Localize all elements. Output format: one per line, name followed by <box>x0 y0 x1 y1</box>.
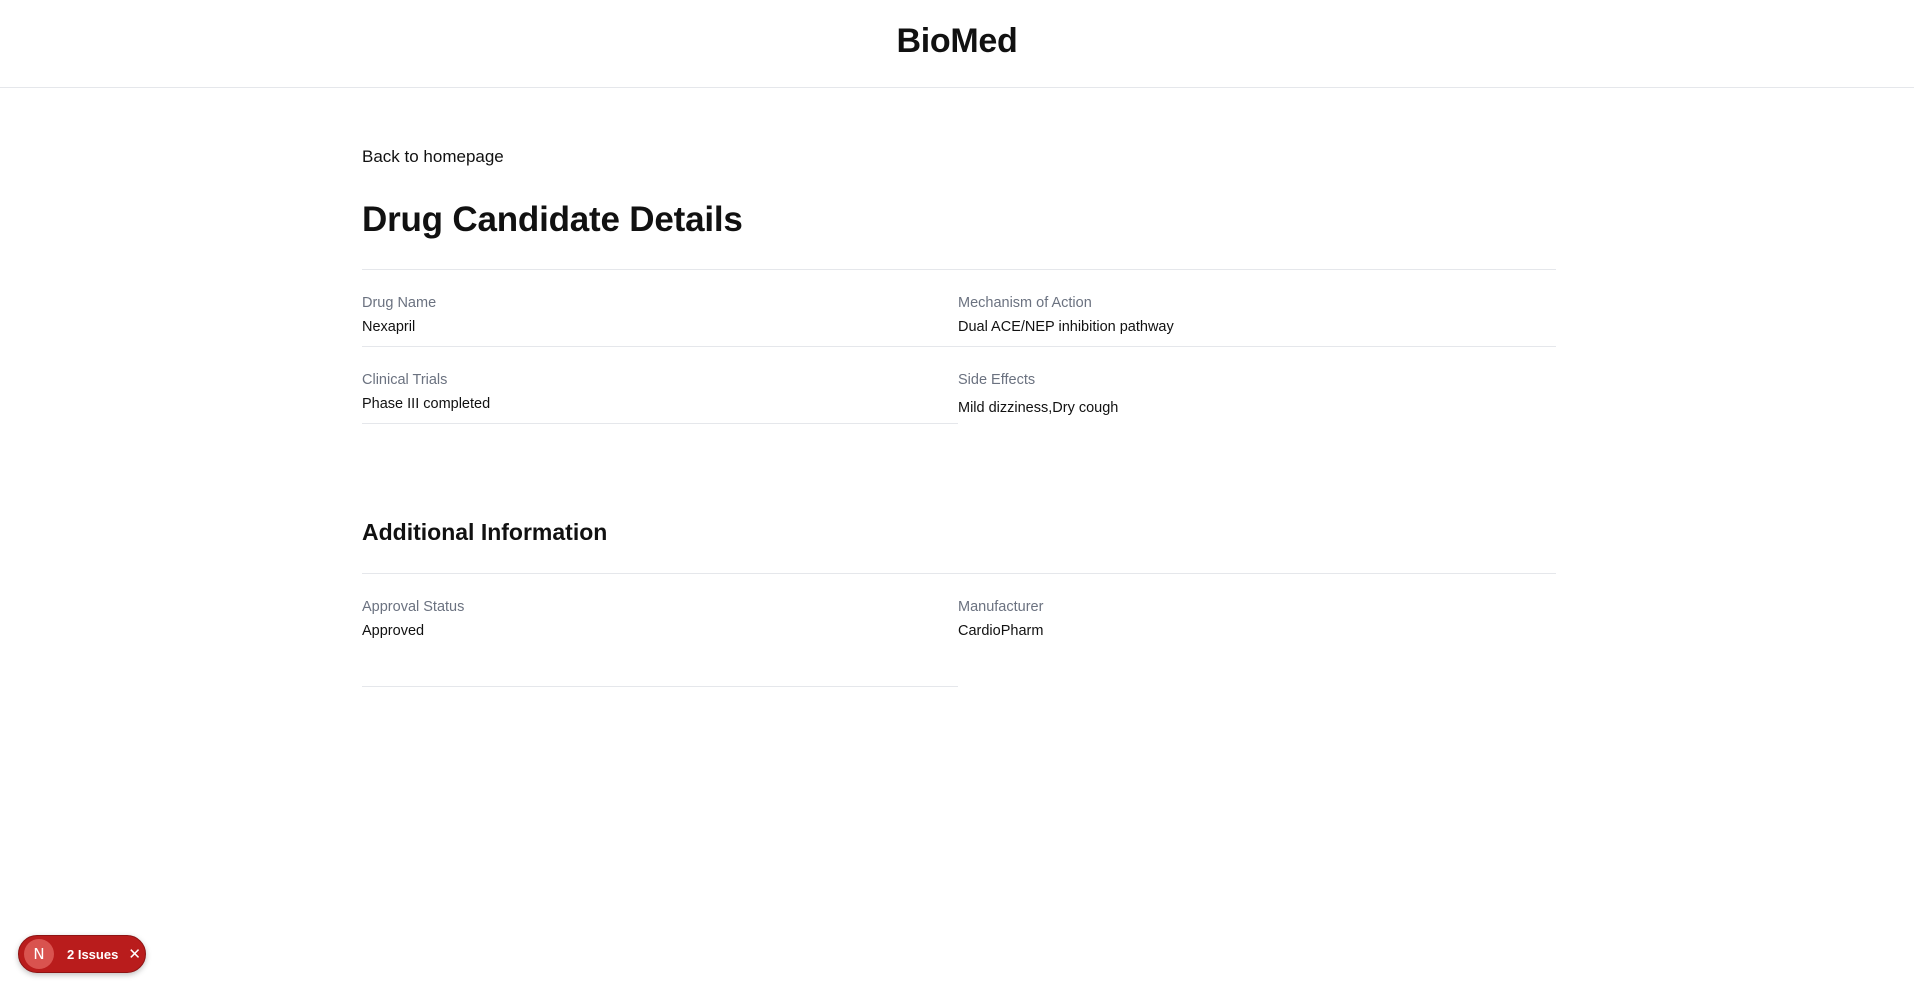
field-value: Phase III completed <box>362 396 491 412</box>
additional-information-heading: Additional Information <box>362 519 608 545</box>
field-value: CardioPharm <box>958 623 1044 639</box>
field-label: Approval Status <box>362 599 465 615</box>
field-approval-status: Approval Status Approved <box>362 574 958 687</box>
field-value: Dual ACE/NEP inhibition pathway <box>958 319 1174 335</box>
field-drug-name: Drug Name Nexapril <box>362 270 958 347</box>
nextjs-logo-icon[interactable]: N <box>24 939 54 969</box>
page-title: Drug Candidate Details <box>362 200 743 239</box>
additional-grid: Approval Status Approved Manufacturer Ca… <box>362 574 1556 687</box>
issues-count-label[interactable]: 2 Issues <box>67 947 118 962</box>
field-label: Clinical Trials <box>362 372 448 388</box>
field-manufacturer: Manufacturer CardioPharm <box>958 574 1556 687</box>
field-value: Mild dizziness,Dry cough <box>958 400 1119 416</box>
field-label: Drug Name <box>362 295 437 311</box>
field-label: Mechanism of Action <box>958 295 1092 311</box>
field-side-effects: Side Effects Mild dizziness,Dry cough <box>958 347 1556 424</box>
back-to-homepage-link[interactable]: Back to homepage <box>362 147 504 167</box>
field-value: Nexapril <box>362 319 416 335</box>
field-label: Manufacturer <box>958 599 1044 615</box>
site-header: BioMed <box>0 0 1914 88</box>
details-grid: Drug Name Nexapril Mechanism of Action D… <box>362 270 1556 424</box>
field-value: Approved <box>362 623 425 639</box>
close-icon[interactable]: ✕ <box>128 947 141 962</box>
field-clinical-trials: Clinical Trials Phase III completed <box>362 347 958 424</box>
site-title: BioMed <box>896 22 1018 60</box>
dev-issues-badge[interactable]: N 2 Issues ✕ <box>18 935 146 973</box>
main-content: Back to homepage Drug Candidate Details … <box>362 88 1556 687</box>
field-label: Side Effects <box>958 372 1036 388</box>
field-mechanism-of-action: Mechanism of Action Dual ACE/NEP inhibit… <box>958 270 1556 347</box>
